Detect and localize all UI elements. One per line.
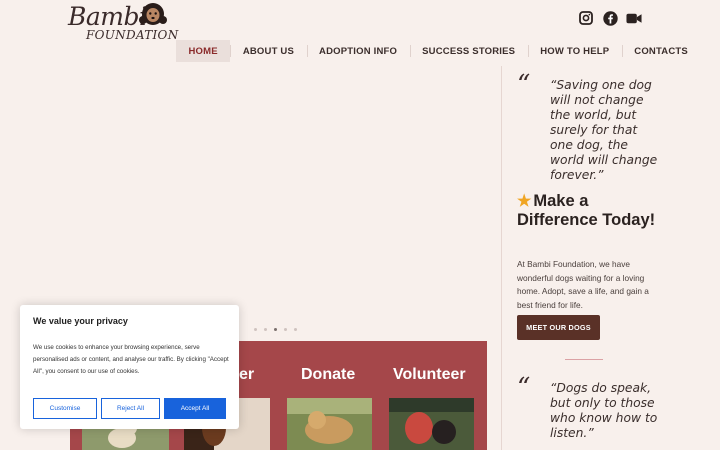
nav-home[interactable]: HOME (176, 40, 231, 62)
star-icon: ★ (517, 193, 532, 210)
slider-pagination (254, 328, 297, 331)
quote-mark-icon: “ (517, 70, 531, 100)
instagram-icon[interactable] (578, 10, 594, 26)
slider-dot[interactable] (264, 328, 267, 331)
nav-about-us[interactable]: ABOUT US (230, 40, 306, 62)
logo-subtitle: FOUNDATION (86, 28, 179, 42)
customise-button[interactable]: Customise (33, 398, 97, 419)
hero-slider[interactable] (68, 66, 488, 338)
reject-all-button[interactable]: Reject All (101, 398, 160, 419)
slider-dot[interactable] (254, 328, 257, 331)
dog-logo-icon (139, 3, 167, 25)
nav-how-to-help[interactable]: HOW TO HELP (527, 40, 622, 62)
cookie-consent-banner: We value your privacy We use cookies to … (20, 305, 239, 429)
logo[interactable]: Bambi FOUNDATION (68, 2, 178, 42)
card-image-volunteer[interactable] (389, 398, 474, 450)
social-links (578, 10, 642, 26)
sidebar-heading: ★ Make a Difference Today! (517, 192, 657, 230)
sidebar-quote-2: “Dogs do speak, but only to those who kn… (550, 381, 658, 440)
sidebar-divider (501, 66, 502, 450)
nav-contacts[interactable]: CONTACTS (621, 40, 701, 62)
logo-wordmark: Bambi (68, 2, 147, 31)
accept-all-button[interactable]: Accept All (164, 398, 226, 419)
sidebar-quote-1: “Saving one dog will not change the worl… (550, 78, 658, 182)
slider-dot-active[interactable] (274, 328, 277, 331)
sidebar-separator (565, 359, 603, 360)
facebook-icon[interactable] (602, 10, 618, 26)
sidebar-heading-text: Make a Difference Today! (517, 192, 656, 229)
meet-our-dogs-button[interactable]: MEET OUR DOGS (517, 315, 600, 340)
slider-dot[interactable] (294, 328, 297, 331)
nav-success-stories[interactable]: SUCCESS STORIES (409, 40, 528, 62)
card-image-donate[interactable] (287, 398, 372, 450)
card-title-volunteer[interactable]: Volunteer (393, 366, 466, 384)
slider-dot[interactable] (284, 328, 287, 331)
video-camera-icon[interactable] (626, 10, 642, 26)
cookie-text: We use cookies to enhance your browsing … (33, 344, 229, 375)
nav-adoption-info[interactable]: ADOPTION INFO (306, 40, 410, 62)
main-nav: HOME ABOUT US ADOPTION INFO SUCCESS STOR… (176, 40, 700, 62)
card-title-donate[interactable]: Donate (301, 366, 355, 384)
quote-mark-icon: “ (517, 373, 531, 403)
sidebar-text: At Bambi Foundation, we have wonderful d… (517, 259, 649, 310)
cookie-title: We value your privacy (33, 316, 128, 326)
card-title-partial: er (239, 366, 255, 383)
